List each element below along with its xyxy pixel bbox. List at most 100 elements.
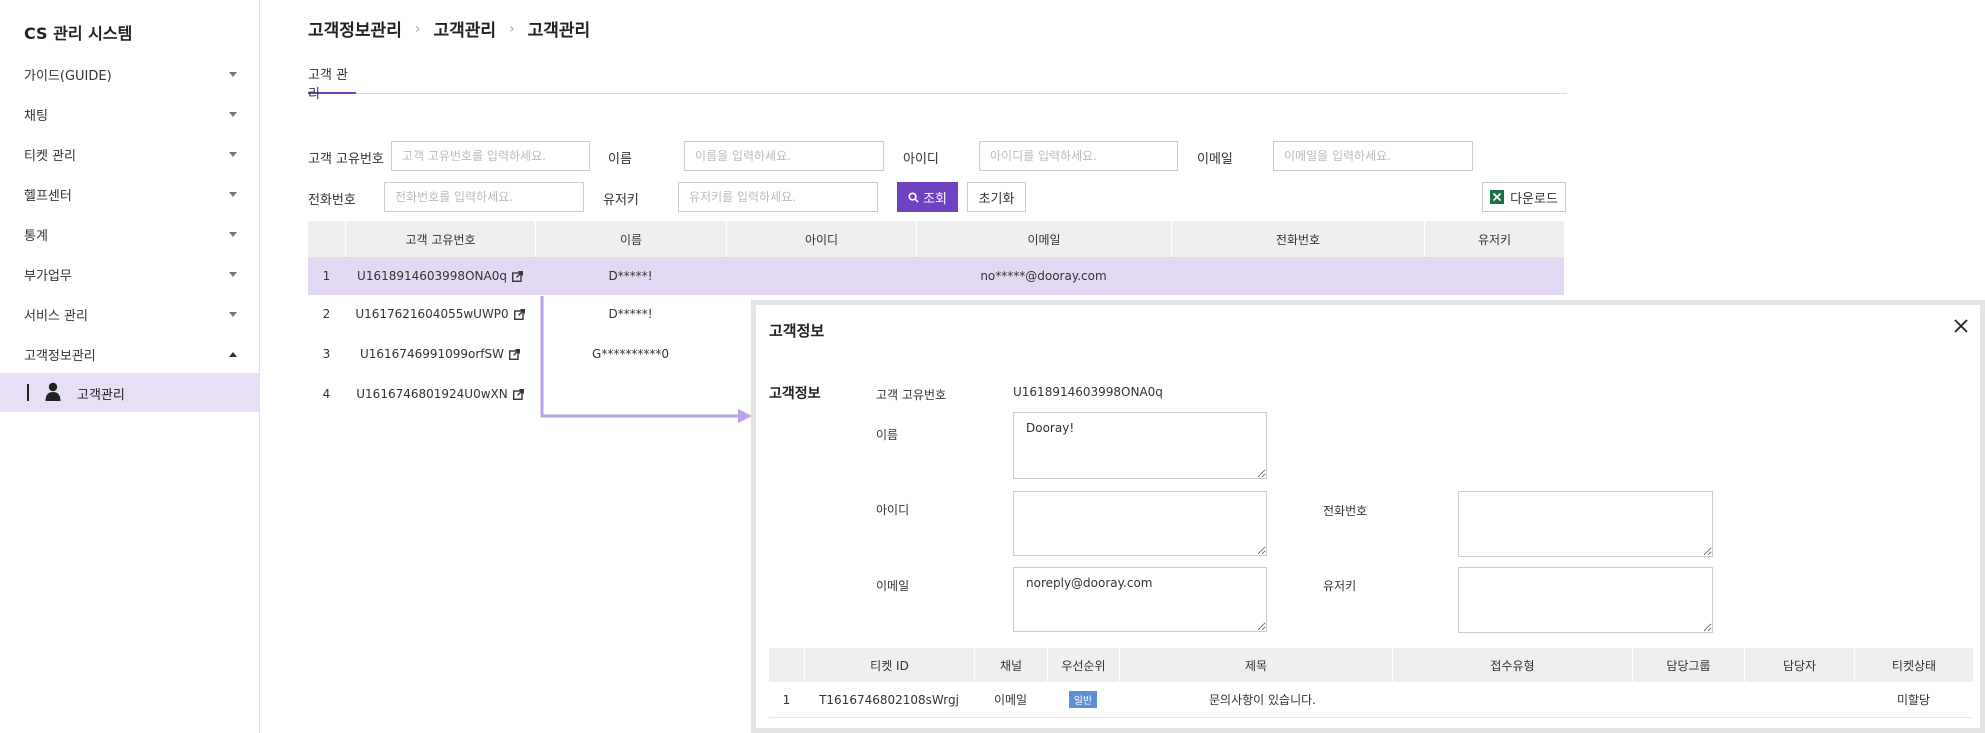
table-header-cell[interactable]: 우선순위 <box>1047 648 1119 682</box>
external-link-icon[interactable] <box>512 388 524 400</box>
row-number: 3 <box>322 347 331 361</box>
breadcrumb-item[interactable]: 고객관리 <box>433 16 496 41</box>
customer-id-cell[interactable]: U1616746801924U0wXN <box>345 375 535 413</box>
name-field[interactable]: Dooray! <box>1013 412 1267 479</box>
table-header-cell <box>769 648 804 682</box>
sidebar-item-label: 통계 <box>24 228 48 244</box>
reset-button-label: 초기화 <box>978 190 1015 206</box>
tab-customer-management[interactable]: 고객 관리 <box>308 62 356 102</box>
ticket-id-cell[interactable]: T1616746802108sWrgj <box>804 682 974 717</box>
table-header-cell[interactable]: 이름 <box>535 221 726 257</box>
table-header-cell[interactable]: 티켓상태 <box>1854 648 1973 682</box>
email-input[interactable] <box>1273 141 1473 171</box>
subject-cell[interactable]: 문의사항이 있습니다. <box>1119 682 1392 717</box>
table-header-cell[interactable]: 전화번호 <box>1171 221 1424 257</box>
status-cell: 미할당 <box>1896 693 1931 707</box>
userkey-input[interactable] <box>678 182 878 212</box>
row-number: 4 <box>322 387 331 401</box>
customer-id-text: U1616746991099orfSW <box>359 347 505 361</box>
customer-id-cell[interactable]: U1617621604055wUWP0 <box>345 295 535 333</box>
chevron-down-icon <box>229 271 237 277</box>
sidebar-item-label: 서비스 관리 <box>24 308 88 324</box>
sidebar-item-helpcenter[interactable]: 헬프센터 <box>0 174 259 214</box>
ticket-row[interactable]: 1 T1616746802108sWrgj 이메일 일반 문의사항이 있습니다.… <box>769 682 1973 718</box>
table-header-cell[interactable]: 티켓 ID <box>804 648 974 682</box>
connector-arrow <box>540 296 752 423</box>
search-button[interactable]: 조회 <box>897 182 958 212</box>
download-button[interactable]: 다운로드 <box>1482 182 1566 212</box>
customer-id-text: U1617621604055wUWP0 <box>355 307 509 321</box>
intake-type-cell <box>1392 682 1632 717</box>
table-header-cell[interactable]: 제목 <box>1119 648 1392 682</box>
name-input[interactable] <box>684 141 884 171</box>
excel-icon <box>1490 190 1505 204</box>
sidebar-item-stats[interactable]: 통계 <box>0 214 259 254</box>
app-title: CS 관리 시스템 <box>24 24 133 43</box>
chevron-down-icon <box>229 191 237 197</box>
customer-id-value: U1618914603998ONA0q <box>1013 385 1163 399</box>
reset-button[interactable]: 초기화 <box>967 182 1026 212</box>
external-link-icon[interactable] <box>513 308 525 320</box>
chevron-down-icon <box>229 111 237 117</box>
sidebar-item-label: 헬프센터 <box>24 188 72 204</box>
group-cell <box>1632 682 1744 717</box>
priority-cell: 일반 <box>1047 682 1119 717</box>
sidebar-item-label: 티켓 관리 <box>24 148 76 164</box>
table-header-cell[interactable]: 담당그룹 <box>1632 648 1744 682</box>
userkey-label: 유저키 <box>1323 579 1357 593</box>
name-label: 이름 <box>876 428 899 442</box>
breadcrumb: 고객정보관리 › 고객관리 › 고객관리 <box>308 16 590 42</box>
chevron-down-icon <box>229 311 237 317</box>
sidebar: CS 관리 시스템 가이드(GUIDE) 채팅 티켓 관리 헬프센터 통계 부가… <box>0 0 260 733</box>
breadcrumb-item[interactable]: 고객정보관리 <box>308 16 402 41</box>
sidebar-item-service-admin[interactable]: 서비스 관리 <box>0 294 259 334</box>
table-row[interactable]: 1 U1618914603998ONA0q D*****! no*****@do… <box>308 257 1564 295</box>
sidebar-item-guide[interactable]: 가이드(GUIDE) <box>0 54 259 94</box>
customer-id-cell[interactable]: U1616746991099orfSW <box>345 335 535 373</box>
dialog-title: 고객정보 <box>769 322 825 340</box>
close-icon[interactable] <box>1952 317 1970 335</box>
userid-field[interactable] <box>1013 491 1267 556</box>
sidebar-item-customer-info[interactable]: 고객정보관리 <box>0 334 259 374</box>
customer-id-label: 고객 고유번호 <box>308 152 384 167</box>
priority-badge: 일반 <box>1068 691 1098 708</box>
sidebar-subitem-customer-management[interactable]: 고객관리 <box>0 373 259 412</box>
table-header-cell[interactable]: 채널 <box>974 648 1047 682</box>
external-link-icon[interactable] <box>509 348 520 360</box>
email-label: 이메일 <box>1197 152 1233 167</box>
table-header-cell[interactable]: 고객 고유번호 <box>345 221 535 257</box>
chevron-down-icon <box>229 71 237 77</box>
userid-input[interactable] <box>979 141 1178 171</box>
search-button-label: 조회 <box>923 190 947 206</box>
email-label: 이메일 <box>876 579 910 593</box>
channel-cell: 이메일 <box>993 693 1028 707</box>
phone-input[interactable] <box>384 182 584 212</box>
customer-id-text: U1618914603998ONA0q <box>357 269 507 283</box>
external-link-icon[interactable] <box>511 270 523 282</box>
customer-id-cell[interactable]: U1618914603998ONA0q <box>345 257 535 295</box>
sidebar-item-chat[interactable]: 채팅 <box>0 94 259 134</box>
table-header-cell[interactable]: 담당자 <box>1744 648 1854 682</box>
sidebar-subitem-label: 고객관리 <box>77 388 125 403</box>
userkey-cell <box>1424 257 1564 295</box>
table-header-cell[interactable]: 접수유형 <box>1392 648 1632 682</box>
table-header: 고객 고유번호 이름 아이디 이메일 전화번호 유저키 <box>308 221 1564 257</box>
table-header-cell[interactable]: 유저키 <box>1424 221 1564 257</box>
chevron-down-icon <box>229 151 237 157</box>
email-field[interactable]: noreply@dooray.com <box>1013 567 1267 632</box>
sidebar-item-tickets[interactable]: 티켓 관리 <box>0 134 259 174</box>
table-header-cell[interactable]: 아이디 <box>726 221 916 257</box>
userkey-field[interactable] <box>1458 567 1713 633</box>
ticket-table-header: 티켓 ID 채널 우선순위 제목 접수유형 담당그룹 담당자 티켓상태 <box>769 648 1973 682</box>
table-header-cell <box>308 221 345 257</box>
row-number: 2 <box>322 307 331 321</box>
table-header-cell[interactable]: 이메일 <box>916 221 1171 257</box>
userid-label: 아이디 <box>903 152 939 167</box>
sidebar-item-label: 부가업무 <box>24 268 72 284</box>
phone-label: 전화번호 <box>1323 504 1368 518</box>
row-number: 1 <box>782 692 791 707</box>
sidebar-item-extra-tasks[interactable]: 부가업무 <box>0 254 259 294</box>
email-cell: no*****@dooray.com <box>980 269 1107 283</box>
phone-field[interactable] <box>1458 491 1713 557</box>
customer-id-input[interactable] <box>391 141 590 171</box>
